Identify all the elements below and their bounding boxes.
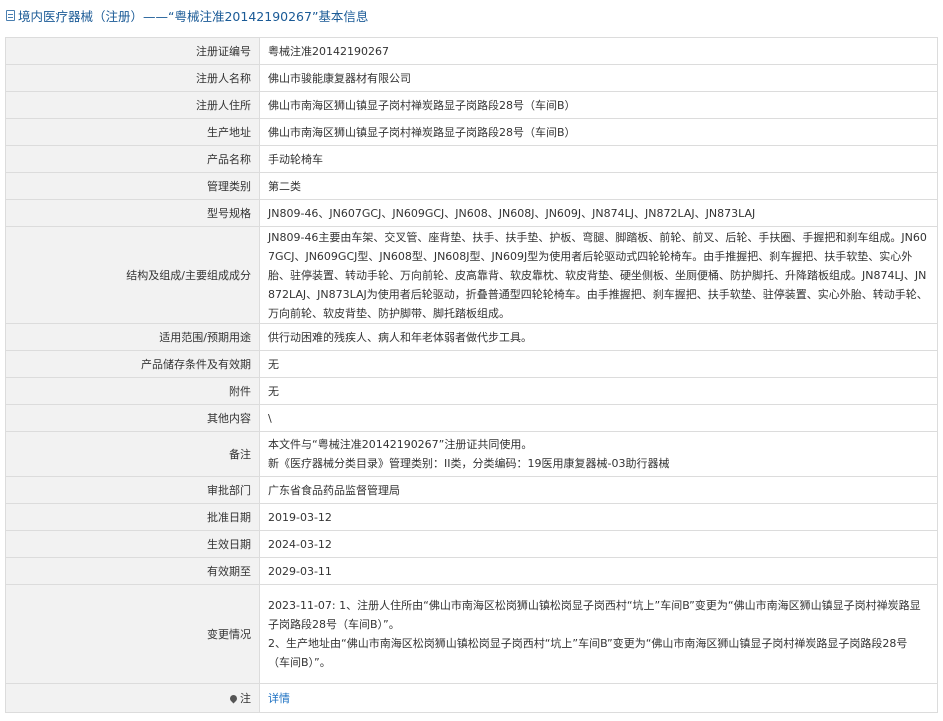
row-value: \	[259, 404, 938, 432]
row-value: 2023-11-07: 1、注册人住所由“佛山市南海区松岗狮山镇松岗显子岗西村“…	[259, 584, 938, 684]
row-label: 注册人住所	[5, 91, 260, 119]
note-label-cell: 注	[5, 683, 260, 713]
row-value: 供行动困难的残疾人、病人和年老体弱者做代步工具。	[259, 323, 938, 351]
table-row: 产品名称 手动轮椅车	[5, 145, 938, 173]
row-label: 批准日期	[5, 503, 260, 531]
row-value: 2029-03-11	[259, 557, 938, 585]
row-label: 注册人名称	[5, 64, 260, 92]
table-row: 注册人名称 佛山市骏能康复器材有限公司	[5, 64, 938, 92]
row-value: 佛山市南海区狮山镇显子岗村禅炭路显子岗路段28号（车间B）	[259, 91, 938, 119]
row-label: 生产地址	[5, 118, 260, 146]
row-label: 生效日期	[5, 530, 260, 558]
row-value: 手动轮椅车	[259, 145, 938, 173]
page-title: 境内医疗器械（注册）——“粤械注准20142190267”基本信息	[18, 8, 369, 24]
table-row: 其他内容 \	[5, 404, 938, 432]
table-row: 结构及组成/主要组成成分 JN809-46主要由车架、交叉管、座背垫、扶手、扶手…	[5, 226, 938, 324]
note-value: 详情	[259, 683, 938, 713]
table-row: 产品储存条件及有效期 无	[5, 350, 938, 378]
table-row: 注册人住所 佛山市南海区狮山镇显子岗村禅炭路显子岗路段28号（车间B）	[5, 91, 938, 119]
table-row: 审批部门 广东省食品药品监督管理局	[5, 476, 938, 504]
row-label: 有效期至	[5, 557, 260, 585]
details-link[interactable]: 详情	[268, 692, 290, 705]
row-value: 广东省食品药品监督管理局	[259, 476, 938, 504]
row-value: 第二类	[259, 172, 938, 200]
row-value: 佛山市南海区狮山镇显子岗村禅炭路显子岗路段28号（车间B）	[259, 118, 938, 146]
row-label: 适用范围/预期用途	[5, 323, 260, 351]
table-row: 生产地址 佛山市南海区狮山镇显子岗村禅炭路显子岗路段28号（车间B）	[5, 118, 938, 146]
table-row: 备注 本文件与“粤械注准20142190267”注册证共同使用。 新《医疗器械分…	[5, 431, 938, 477]
table-row: 型号规格 JN809-46、JN607GCJ、JN609GCJ、JN608、JN…	[5, 199, 938, 227]
info-table: 注册证编号 粤械注准20142190267 注册人名称 佛山市骏能康复器材有限公…	[5, 37, 938, 713]
row-label: 审批部门	[5, 476, 260, 504]
table-row: 有效期至 2029-03-11	[5, 557, 938, 585]
table-row: 批准日期 2019-03-12	[5, 503, 938, 531]
row-value: 粤械注准20142190267	[259, 37, 938, 65]
row-value: 本文件与“粤械注准20142190267”注册证共同使用。 新《医疗器械分类目录…	[259, 431, 938, 477]
row-label: 注册证编号	[5, 37, 260, 65]
change-line: 2、生产地址由“佛山市南海区松岗狮山镇松岗显子岗西村“坑上”车间B”变更为“佛山…	[268, 637, 908, 669]
table-row: 管理类别 第二类	[5, 172, 938, 200]
row-label: 备注	[5, 431, 260, 477]
row-label: 产品储存条件及有效期	[5, 350, 260, 378]
page-header: 境内医疗器械（注册）——“粤械注准20142190267”基本信息	[0, 0, 943, 30]
note-label: 注	[240, 691, 251, 705]
row-value: JN809-46主要由车架、交叉管、座背垫、扶手、扶手垫、护板、弯腿、脚踏板、前…	[259, 226, 938, 324]
row-label: 管理类别	[5, 172, 260, 200]
remark-line: 本文件与“粤械注准20142190267”注册证共同使用。	[268, 438, 533, 451]
row-label: 附件	[5, 377, 260, 405]
table-row: 附件 无	[5, 377, 938, 405]
row-label: 型号规格	[5, 199, 260, 227]
remark-line: 新《医疗器械分类目录》管理类别：II类，分类编码：19医用康复器械-03助行器械	[268, 457, 670, 470]
row-value: 2024-03-12	[259, 530, 938, 558]
table-row: 注 详情	[5, 683, 938, 713]
table-row: 变更情况 2023-11-07: 1、注册人住所由“佛山市南海区松岗狮山镇松岗显…	[5, 584, 938, 684]
row-value: 2019-03-12	[259, 503, 938, 531]
row-value: JN809-46、JN607GCJ、JN609GCJ、JN608、JN608J、…	[259, 199, 938, 227]
table-row: 注册证编号 粤械注准20142190267	[5, 37, 938, 65]
row-value: 无	[259, 377, 938, 405]
document-icon	[6, 9, 15, 21]
row-label: 产品名称	[5, 145, 260, 173]
row-label: 其他内容	[5, 404, 260, 432]
table-row: 生效日期 2024-03-12	[5, 530, 938, 558]
table-row: 适用范围/预期用途 供行动困难的残疾人、病人和年老体弱者做代步工具。	[5, 323, 938, 351]
change-line: 2023-11-07: 1、注册人住所由“佛山市南海区松岗狮山镇松岗显子岗西村“…	[268, 599, 921, 631]
row-label: 变更情况	[5, 584, 260, 684]
pin-icon	[228, 693, 239, 703]
row-value: 无	[259, 350, 938, 378]
row-label: 结构及组成/主要组成成分	[5, 226, 260, 324]
row-value: 佛山市骏能康复器材有限公司	[259, 64, 938, 92]
